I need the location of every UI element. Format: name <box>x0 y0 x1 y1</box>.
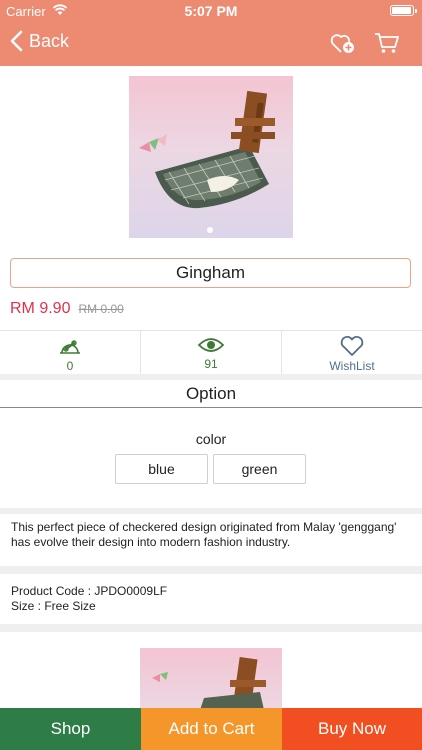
price: RM 9.90 <box>10 300 71 317</box>
buy-now-button[interactable]: Buy Now <box>282 708 422 750</box>
back-button[interactable]: Back <box>10 30 69 52</box>
section-divider <box>0 624 422 632</box>
battery-icon <box>390 5 417 16</box>
share-stat[interactable]: 0 <box>0 331 141 374</box>
option-heading: Option <box>0 380 422 408</box>
original-price: RM 0.00 <box>78 302 124 316</box>
option-blue-button[interactable]: blue <box>115 454 208 484</box>
nav-bar: Back <box>0 22 422 66</box>
product-image[interactable] <box>129 76 293 238</box>
option-green-button[interactable]: green <box>213 454 306 484</box>
product-details: Product Code : JPDO0009LF Size : Free Si… <box>11 584 167 614</box>
status-bar: Carrier 5:07 PM <box>0 0 422 22</box>
section-divider <box>0 508 422 514</box>
product-description: This perfect piece of checkered design o… <box>11 520 397 549</box>
shop-button[interactable]: Shop <box>0 708 141 750</box>
product-size: Size : Free Size <box>11 599 96 613</box>
wishlist-add-icon[interactable] <box>330 31 356 60</box>
detail-image <box>140 648 282 710</box>
wishlist-stat[interactable]: WishList <box>282 331 422 374</box>
back-label: Back <box>29 30 70 51</box>
wishlist-label: WishList <box>329 359 375 373</box>
heart-icon <box>340 335 364 356</box>
share-count: 0 <box>66 359 74 373</box>
stats-bar: 0 91 WishList <box>0 330 422 374</box>
section-divider <box>0 566 422 574</box>
price-row: RM 9.90 RM 0.00 <box>10 300 124 320</box>
option-group-label: color <box>195 431 227 447</box>
cart-icon[interactable] <box>374 31 400 60</box>
views-stat: 91 <box>141 331 282 374</box>
views-count: 91 <box>204 357 218 371</box>
product-title: Gingham <box>10 258 411 288</box>
carousel-dot[interactable] <box>207 227 213 233</box>
bottom-action-bar: Shop Add to Cart Buy Now <box>0 708 422 750</box>
add-to-cart-button[interactable]: Add to Cart <box>141 708 282 750</box>
eye-icon <box>197 338 225 352</box>
chevron-left-icon <box>10 30 23 52</box>
product-code: Product Code : JPDO0009LF <box>11 584 168 598</box>
share-link-icon <box>60 340 80 354</box>
clock: 5:07 PM <box>184 3 238 19</box>
